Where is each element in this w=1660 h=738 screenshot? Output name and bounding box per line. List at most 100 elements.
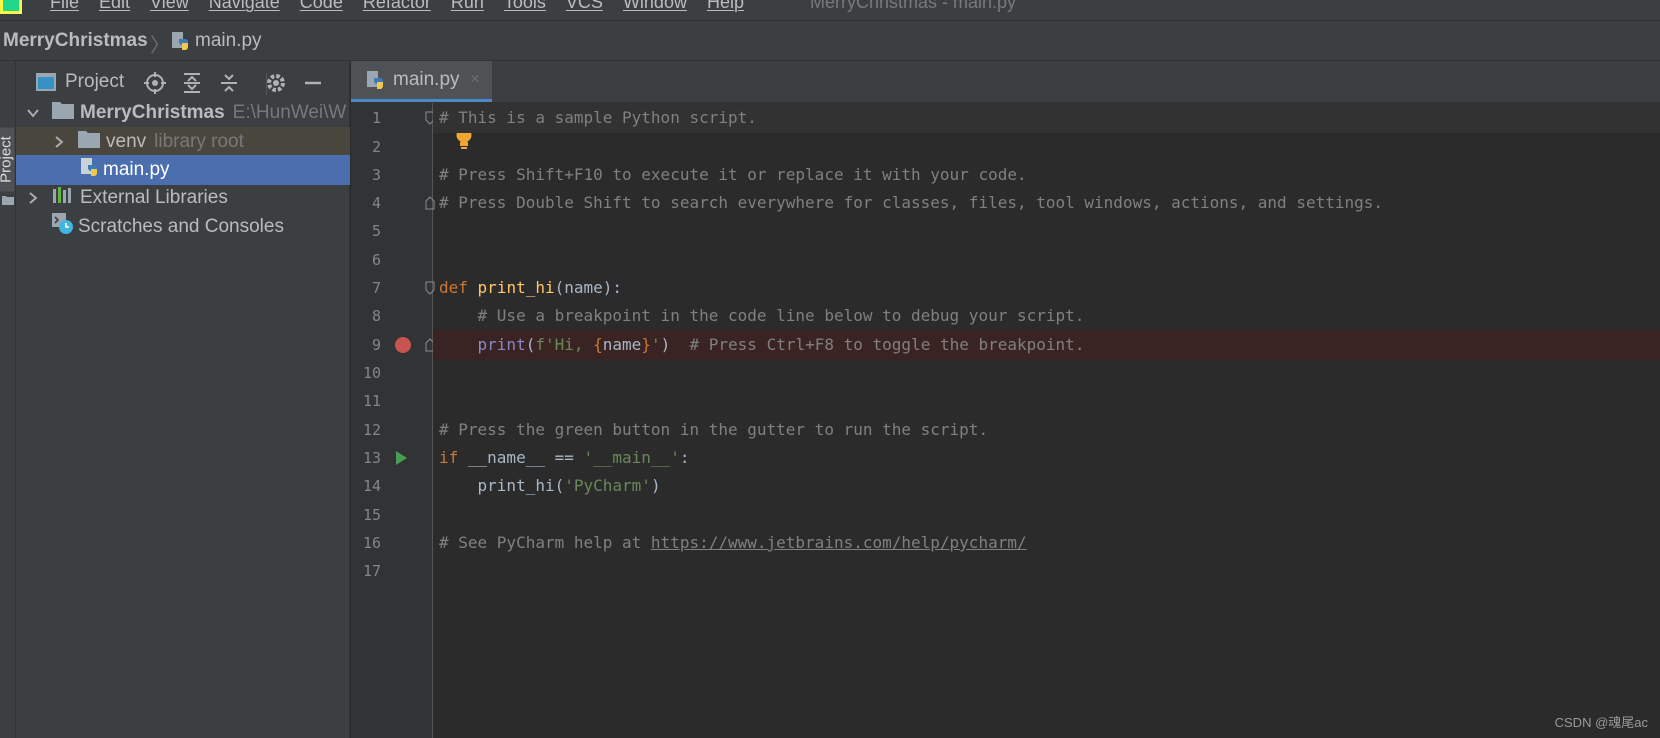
collapse-all-icon[interactable] [217,71,241,95]
menu-run[interactable]: Run [451,0,484,13]
line-number: 2 [371,138,381,156]
tree-item-venv[interactable]: venv library root [16,127,350,157]
menu-refactor[interactable]: Refactor [363,0,431,13]
code-line-12[interactable]: # Press the green button in the gutter t… [433,415,1660,445]
locate-file-icon[interactable] [143,71,167,95]
editor-tab-bar: main.py × [351,61,1660,103]
project-panel-title[interactable]: Project [65,71,124,93]
tab-label: main.py [393,69,460,90]
tree-item-external-libraries[interactable]: External Libraries [16,183,350,213]
pycharm-logo-icon [0,0,22,14]
tab-main-py[interactable]: main.py × [351,61,492,102]
code-line-8[interactable]: # Use a breakpoint in the code line belo… [433,301,1660,331]
code-line-9[interactable]: print(f'Hi, {name}') # Press Ctrl+F8 to … [433,330,1660,360]
line-number: 4 [371,194,381,212]
tree-item-label: External Libraries [80,187,228,208]
window-title: MerryChristmas - main.py [810,0,1017,12]
gear-icon[interactable] [264,71,288,95]
code-keyword: def [439,278,468,297]
code-string: '__main__' [583,448,680,467]
folder-icon [52,101,74,125]
library-root-hint: library root [154,131,244,152]
python-file-icon [79,157,99,183]
line-number: 16 [362,534,381,552]
menu-view[interactable]: View [150,0,189,13]
code-text: ) [650,476,661,495]
code-text: : [679,448,690,467]
project-tool-tab[interactable]: Project [0,127,15,192]
code-function-name: print_hi [477,278,555,297]
breakpoint-icon[interactable] [395,337,411,353]
python-file-icon [365,70,385,95]
expand-all-icon[interactable] [180,71,204,95]
tree-item-label: venv [106,131,147,152]
menu-window[interactable]: Window [623,0,687,13]
run-icon[interactable] [396,451,407,465]
hide-panel-icon[interactable] [301,71,325,95]
line-number: 7 [371,279,381,297]
code-text: __name__ == [458,448,584,467]
menu-edit[interactable]: Edit [99,0,130,13]
code-string: 'PyCharm' [564,476,651,495]
line-number: 14 [362,477,381,495]
tree-item-label: main.py [103,159,170,180]
menu-code[interactable]: Code [300,0,343,13]
breadcrumb-separator: 〉 [150,35,170,57]
code-text: print_hi( [439,476,565,495]
code-line-4[interactable]: # Press Double Shift to search everywher… [433,188,1660,218]
editor-area: main.py × 1 2 3 4 5 6 7 8 9 10 11 12 13 … [351,61,1660,738]
tree-item-project-root[interactable]: MerryChristmas E:\HunWei\W [16,98,350,128]
code-brace: } [641,335,651,354]
line-number: 12 [362,421,381,439]
code-comment: # See PyCharm help at [439,533,651,552]
code-comment: # Press the green button in the gutter t… [439,420,989,439]
line-number: 3 [371,166,381,184]
tree-item-label: MerryChristmas [80,102,225,123]
tree-item-scratches[interactable]: Scratches and Consoles [16,212,350,242]
line-number: 8 [371,307,381,325]
close-icon[interactable]: × [470,69,480,89]
menu-bar: File Edit View Navigate Code Refactor Ru… [0,0,1660,20]
menu-vcs[interactable]: VCS [566,0,603,13]
code-line-1[interactable]: # This is a sample Python script. [433,103,1660,133]
code-comment: # Press Ctrl+F8 to toggle the breakpoint… [670,335,1085,354]
code-string: ' [650,335,661,354]
code-comment: # Press Shift+F10 to execute it or repla… [439,165,1027,184]
code-brace: { [593,335,603,354]
chevron-down-icon[interactable] [26,106,40,120]
menu-navigate[interactable]: Navigate [209,0,280,13]
folder-icon [78,130,100,154]
menu-tools[interactable]: Tools [504,0,546,13]
project-view-icon [36,73,56,96]
breadcrumb-project[interactable]: MerryChristmas [3,30,148,52]
code-line-7[interactable]: def print_hi(name): [433,273,1660,303]
breadcrumb-file[interactable]: main.py [195,30,262,52]
navigation-bar: MerryChristmas 〉 main.py [0,20,1660,61]
scratches-icon [52,213,74,241]
code-variable: name [602,335,642,354]
code-comment: # Press Double Shift to search everywher… [439,193,1384,212]
code-line-16[interactable]: # See PyCharm help at https://www.jetbra… [433,528,1660,558]
code-keyword: if [439,448,459,467]
tree-item-main-py[interactable]: main.py [16,155,350,185]
code-line-13[interactable]: if __name__ == '__main__': [433,443,1660,473]
line-number: 15 [362,506,381,524]
menu-help[interactable]: Help [707,0,744,13]
code-text: (name): [554,278,623,297]
code-string: f'Hi, [535,335,594,354]
chevron-right-icon[interactable] [52,135,66,149]
code-text: ( [525,335,536,354]
menu-items: File Edit View Navigate Code Refactor Ru… [50,0,764,13]
code-line-3[interactable]: # Press Shift+F10 to execute it or repla… [433,160,1660,190]
python-file-icon [170,31,190,56]
menu-file[interactable]: File [50,0,79,13]
chevron-right-icon[interactable] [26,191,40,205]
tree-item-label: Scratches and Consoles [78,216,284,237]
line-number: 17 [362,562,381,580]
project-panel: Project MerryChristmas E:\HunWei\W venv … [16,61,350,738]
code-comment: # This is a sample Python script. [439,108,757,127]
help-link[interactable]: https://www.jetbrains.com/help/pycharm/ [651,533,1027,552]
code-line-14[interactable]: print_hi('PyCharm') [433,471,1660,501]
line-number: 10 [362,364,381,382]
